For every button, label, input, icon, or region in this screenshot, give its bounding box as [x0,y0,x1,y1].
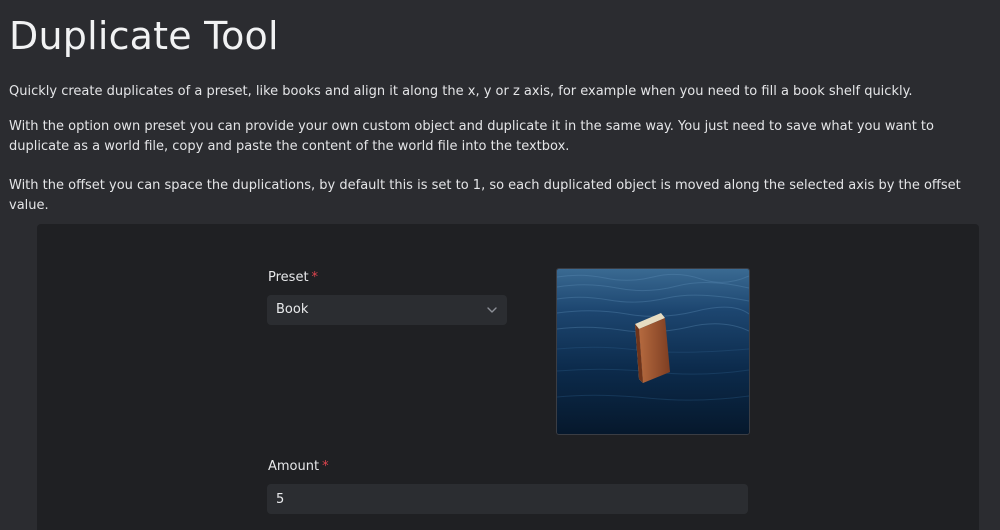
amount-label: Amount * [268,459,329,474]
amount-label-text: Amount [268,459,320,474]
own-preset-paragraph: With the option own preset you can provi… [9,119,934,154]
preset-select[interactable]: Book [267,295,507,325]
chevron-down-icon [487,307,497,313]
page-title: Duplicate Tool [9,14,279,58]
required-marker: * [311,270,319,285]
preset-preview-image [556,268,750,435]
preset-select-value: Book [276,302,309,317]
required-marker: * [322,459,329,474]
book-on-water-image [557,269,749,434]
offset-paragraph: With the offset you can space the duplic… [9,178,961,213]
intro-paragraph: Quickly create duplicates of a preset, l… [9,84,913,99]
page: Duplicate Tool Quickly create duplicates… [0,0,1000,530]
amount-input[interactable] [267,484,748,514]
preset-label: Preset * [268,270,318,285]
preset-label-text: Preset [268,270,309,285]
duplicate-form-panel: Preset * Book Amount * 5 [37,224,979,530]
